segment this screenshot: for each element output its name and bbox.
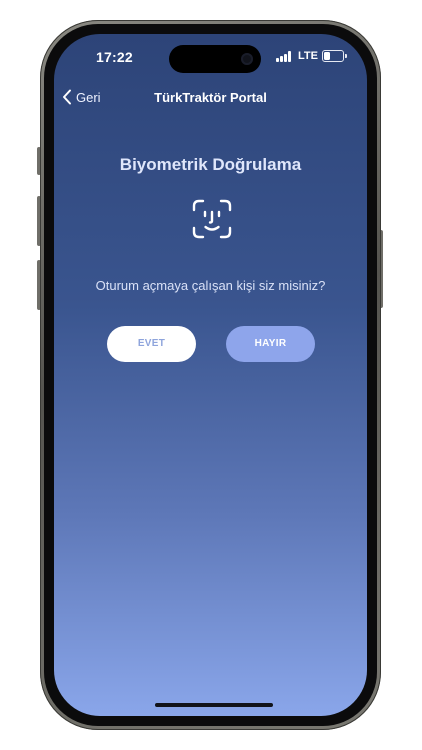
device-mockup: 17:22 LTE Geri TürkTraktör Portal Biyome… bbox=[0, 0, 422, 750]
battery-tip bbox=[345, 54, 347, 58]
dynamic-island bbox=[169, 45, 261, 73]
network-type: LTE bbox=[298, 50, 318, 62]
status-time: 17:22 bbox=[96, 49, 133, 65]
face-id-icon bbox=[192, 199, 232, 239]
camera-icon bbox=[241, 53, 253, 65]
cellular-signal-icon bbox=[276, 51, 293, 62]
yes-button[interactable]: EVET bbox=[107, 326, 196, 362]
phone-frame: 17:22 LTE Geri TürkTraktör Portal Biyome… bbox=[40, 20, 381, 730]
phone-bezel: 17:22 LTE Geri TürkTraktör Portal Biyome… bbox=[44, 24, 377, 726]
confirmation-prompt: Oturum açmaya çalışan kişi siz misiniz? bbox=[95, 278, 326, 293]
page-title: TürkTraktör Portal bbox=[154, 90, 267, 105]
app-screen: 17:22 LTE Geri TürkTraktör Portal Biyome… bbox=[54, 34, 367, 716]
home-indicator[interactable] bbox=[155, 703, 273, 707]
battery-level bbox=[324, 52, 330, 60]
biometric-heading: Biyometrik Doğrulama bbox=[119, 155, 302, 174]
no-button[interactable]: HAYIR bbox=[226, 326, 315, 362]
battery-icon bbox=[322, 50, 344, 62]
